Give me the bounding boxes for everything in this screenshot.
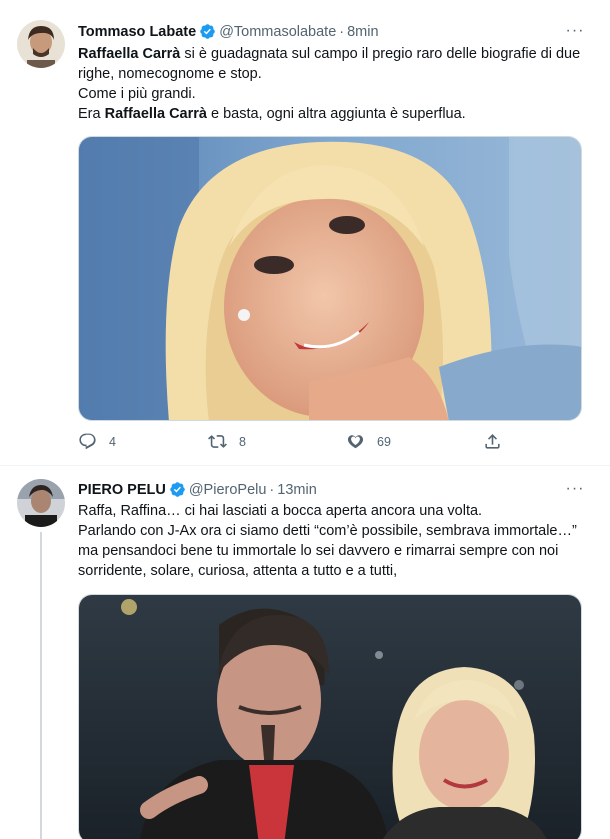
- text-span: Come i più grandi.: [78, 86, 196, 102]
- heart-icon: [347, 435, 364, 449]
- reply-button[interactable]: 4: [78, 432, 116, 451]
- tweet-paragraph: Era Raffaella Carrà e basta, ogni altra …: [78, 104, 588, 124]
- tweet-header: PIERO PELU @PieroPelu · 13min: [78, 481, 317, 498]
- author-handle[interactable]: @Tommasolabate: [219, 24, 336, 40]
- avatar[interactable]: [17, 479, 65, 527]
- separator-dot: ·: [269, 481, 275, 498]
- tweet[interactable]: PIERO PELU @PieroPelu · 13min ··· Raffa,…: [0, 466, 610, 839]
- more-options-icon[interactable]: ···: [566, 22, 584, 40]
- text-span: Raffa, Raffina… ci hai lasciati a bocca …: [78, 503, 483, 519]
- like-button[interactable]: 69: [346, 432, 391, 451]
- mention-bold: Raffaella Carrà: [104, 106, 207, 122]
- tweet-text: Raffa, Raffina… ci hai lasciati a bocca …: [78, 501, 588, 581]
- tweet[interactable]: Tommaso Labate @Tommasolabate · 8min ···…: [0, 0, 610, 466]
- thread-line: [40, 532, 42, 839]
- text-span: Parlando con J-Ax ora ci siamo detti “co…: [78, 523, 577, 579]
- tweet-paragraph: Parlando con J-Ax ora ci siamo detti “co…: [78, 521, 588, 581]
- mention-bold: Raffaella Carrà: [78, 46, 181, 62]
- avatar-image: [17, 20, 65, 68]
- verified-badge-icon: [169, 481, 186, 498]
- share-button[interactable]: [483, 432, 502, 451]
- retweet-button[interactable]: 8: [208, 432, 246, 451]
- tweet-paragraph: Raffa, Raffina… ci hai lasciati a bocca …: [78, 501, 588, 521]
- tweet-photo[interactable]: [78, 594, 582, 839]
- timestamp[interactable]: 13min: [277, 482, 317, 498]
- text-span: Era: [78, 106, 105, 122]
- author-handle[interactable]: @PieroPelu: [189, 482, 267, 498]
- text-span: e basta, ogni altra aggiunta è superflua…: [206, 106, 466, 122]
- share-icon: [485, 434, 500, 449]
- author-name[interactable]: Tommaso Labate: [78, 24, 196, 40]
- tweet-photo[interactable]: [78, 136, 582, 421]
- tweet-paragraph: Raffaella Carrà si è guadagnata sul camp…: [78, 44, 588, 84]
- avatar[interactable]: [17, 20, 65, 68]
- tweet-text: Raffaella Carrà si è guadagnata sul camp…: [78, 44, 588, 124]
- reply-icon: [79, 433, 96, 450]
- photo-portrait: [79, 137, 581, 420]
- reply-count: 4: [109, 434, 116, 449]
- more-options-icon[interactable]: ···: [566, 480, 584, 498]
- photo-stage: [79, 595, 581, 839]
- retweet-count: 8: [239, 434, 246, 449]
- avatar-image: [17, 479, 65, 527]
- separator-dot: ·: [339, 23, 345, 40]
- timestamp[interactable]: 8min: [347, 24, 378, 40]
- author-name[interactable]: PIERO PELU: [78, 482, 166, 498]
- tweet-paragraph: Come i più grandi.: [78, 84, 588, 104]
- tweet-actions: 4 8 69: [78, 432, 508, 456]
- tweet-header: Tommaso Labate @Tommasolabate · 8min: [78, 23, 379, 40]
- like-count: 69: [377, 434, 391, 449]
- retweet-icon: [208, 435, 227, 448]
- verified-badge-icon: [199, 23, 216, 40]
